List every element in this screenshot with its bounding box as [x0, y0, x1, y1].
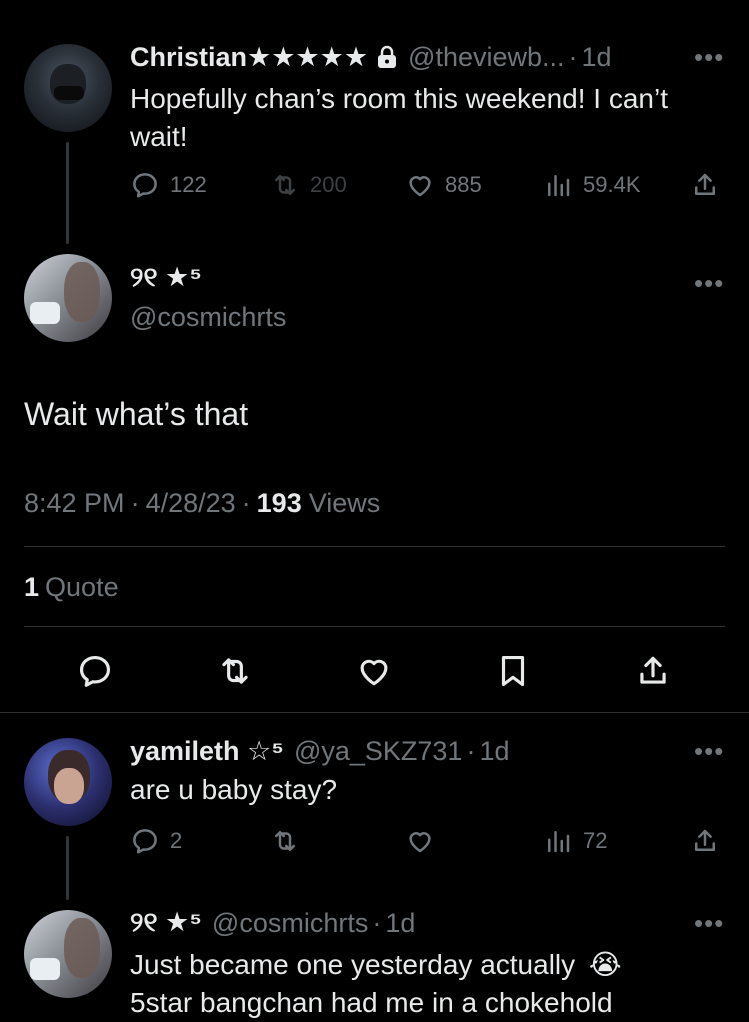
share-button[interactable]: [690, 826, 720, 856]
heart-icon: [409, 832, 431, 853]
separator-dot: ·: [372, 907, 382, 938]
share-button[interactable]: [690, 170, 720, 200]
thread-line: [66, 836, 69, 900]
quotes-link[interactable]: 1 Quote: [24, 572, 119, 603]
reply-count: 2: [170, 828, 183, 853]
main-author-name[interactable]: ୨୧ ★⁵: [130, 262, 202, 294]
reply-icon: [133, 173, 157, 198]
like-count: 885: [445, 172, 482, 197]
share-icon: [640, 656, 666, 684]
retweet-count: 200: [310, 172, 347, 197]
more-options-icon[interactable]: •••: [694, 910, 724, 936]
views-count: 72: [583, 828, 608, 853]
views-button[interactable]: 72: [543, 826, 607, 856]
views-label: Views: [308, 488, 381, 518]
retweet-button[interactable]: [216, 652, 254, 690]
quotes-count: 1: [24, 572, 40, 602]
reply-text: Just became one yesterday actually 😭 5st…: [130, 946, 622, 1022]
main-tweet-meta: 8:42 PM · 4/28/23 · 193 Views: [24, 488, 380, 519]
retweet-button[interactable]: [270, 826, 300, 856]
lock-icon: [376, 45, 398, 69]
bookmark-button[interactable]: [494, 652, 532, 690]
views-chart-icon: [548, 175, 570, 197]
thread-line: [66, 142, 69, 244]
retweet-button[interactable]: 200: [270, 170, 347, 200]
author-name[interactable]: Christian★★★★★: [130, 42, 368, 73]
reply-icon: [79, 655, 111, 687]
author-name[interactable]: yamileth ☆⁵: [130, 736, 284, 767]
separator-dot: ·: [466, 735, 476, 766]
tweet-text-line: wait!: [130, 121, 188, 152]
author-name[interactable]: ୨୧ ★⁵: [130, 907, 202, 939]
reply-count: 122: [170, 172, 207, 197]
divider: [24, 626, 725, 627]
share-icon: [695, 829, 715, 851]
like-button[interactable]: [355, 652, 393, 690]
divider: [24, 546, 725, 547]
share-icon: [695, 173, 715, 195]
reply-avatar[interactable]: [24, 910, 112, 998]
divider: [0, 712, 749, 713]
quotes-label: Quote: [45, 572, 119, 602]
like-button[interactable]: [405, 826, 435, 856]
reply-text: are u baby stay?: [130, 774, 338, 805]
tweet-date[interactable]: 4/28/23: [146, 488, 236, 519]
separator-dot: ·: [241, 488, 251, 518]
heart-icon: [409, 176, 431, 197]
main-author-handle[interactable]: @cosmichrts: [130, 302, 286, 333]
tweet-time[interactable]: 1d: [385, 908, 415, 939]
reply-avatar[interactable]: [24, 738, 112, 826]
tweet-text-line: Hopefully chan’s room this weekend! I ca…: [130, 83, 668, 114]
more-options-icon[interactable]: •••: [694, 738, 724, 764]
retweet-icon: [275, 175, 295, 195]
crying-face-emoji-icon: 😭: [588, 949, 622, 980]
tweet-text-line: Just became one yesterday actually: [130, 949, 576, 980]
more-options-icon[interactable]: •••: [694, 270, 724, 296]
tweet-time[interactable]: 1d: [479, 736, 509, 767]
heart-icon: [360, 659, 388, 686]
reply-button[interactable]: 122: [130, 170, 207, 200]
tweet-time[interactable]: 8:42 PM: [24, 488, 125, 519]
reply-header: ୨୧ ★⁵ @cosmichrts · 1d: [130, 906, 415, 940]
reply-icon: [133, 829, 157, 854]
main-tweet-avatar[interactable]: [24, 254, 112, 342]
share-button[interactable]: [634, 652, 672, 690]
main-tweet-text: Wait what’s that: [24, 396, 249, 432]
separator-dot: ·: [130, 488, 140, 518]
tweet-text-line: 5star bangchan had me in a chokehold: [130, 987, 613, 1018]
more-options-icon[interactable]: •••: [694, 44, 724, 70]
retweet-icon: [222, 658, 248, 684]
views-count: 193: [256, 488, 302, 518]
like-button[interactable]: 885: [405, 170, 482, 200]
separator-dot: ·: [568, 41, 578, 72]
reply-header: yamileth ☆⁵ @ya_SKZ731 · 1d: [130, 734, 509, 768]
parent-tweet-header: Christian★★★★★ @theviewb... · 1d: [130, 40, 612, 74]
views-count: 59.4K: [583, 172, 641, 197]
author-handle[interactable]: @cosmichrts: [212, 908, 368, 939]
bookmark-icon: [501, 655, 525, 687]
retweet-icon: [275, 831, 295, 851]
reply-button[interactable]: [76, 652, 114, 690]
parent-tweet-avatar[interactable]: [24, 44, 112, 132]
author-handle[interactable]: @theviewb...: [408, 42, 564, 73]
views-button[interactable]: 59.4K: [543, 170, 641, 200]
author-handle[interactable]: @ya_SKZ731: [294, 736, 463, 767]
reply-button[interactable]: 2: [130, 826, 182, 856]
tweet-time[interactable]: 1d: [582, 42, 612, 73]
views-chart-icon: [548, 831, 570, 853]
parent-tweet-text: Hopefully chan’s room this weekend! I ca…: [130, 80, 668, 156]
